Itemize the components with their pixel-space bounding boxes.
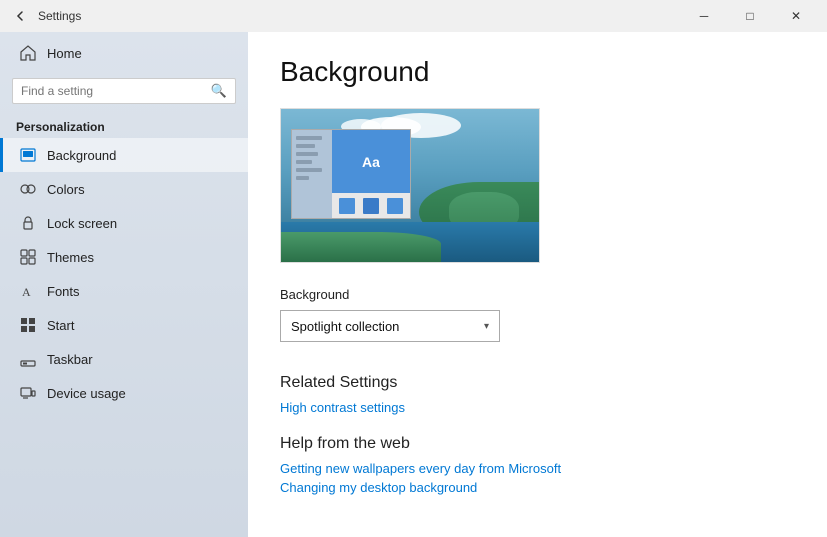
preview-thumbnail: Aa	[291, 129, 411, 219]
sidebar: Home 🔍 Personalization Background	[0, 32, 248, 537]
sidebar-item-device-usage-label: Device usage	[47, 386, 126, 401]
search-box[interactable]: 🔍	[12, 78, 236, 104]
themes-icon	[19, 248, 37, 266]
preview-color-swatch-2	[363, 198, 379, 214]
maximize-button[interactable]: □	[727, 0, 773, 32]
minimize-button[interactable]: ─	[681, 0, 727, 32]
window-controls: ─ □ ✕	[681, 0, 819, 32]
main-content: Background	[248, 32, 827, 537]
taskbar-icon	[19, 350, 37, 368]
preview-color-swatch-3	[387, 198, 403, 214]
sidebar-item-start-label: Start	[47, 318, 74, 333]
sidebar-item-start[interactable]: Start	[0, 308, 248, 342]
search-input[interactable]	[21, 84, 205, 98]
sidebar-section-label: Personalization	[0, 112, 248, 138]
sidebar-item-home-label: Home	[47, 46, 82, 61]
colors-icon	[19, 180, 37, 198]
sidebar-item-background[interactable]: Background	[0, 138, 248, 172]
sidebar-item-themes-label: Themes	[47, 250, 94, 265]
sidebar-item-lock-screen[interactable]: Lock screen	[0, 206, 248, 240]
dropdown-value: Spotlight collection	[291, 319, 399, 334]
back-button[interactable]	[8, 4, 32, 28]
related-settings-title: Related Settings	[280, 374, 795, 392]
home-icon	[19, 44, 37, 62]
dropdown-arrow-icon: ▾	[484, 321, 489, 332]
sidebar-item-background-label: Background	[47, 148, 116, 163]
sidebar-item-colors[interactable]: Colors	[0, 172, 248, 206]
preview-color-swatch-1	[339, 198, 355, 214]
desktop-bg-link[interactable]: Changing my desktop background	[280, 480, 795, 495]
app-title: Settings	[38, 9, 681, 23]
background-icon	[19, 146, 37, 164]
start-icon	[19, 316, 37, 334]
sidebar-item-taskbar[interactable]: Taskbar	[0, 342, 248, 376]
fonts-icon: A	[19, 282, 37, 300]
background-setting-label: Background	[280, 287, 795, 302]
sidebar-item-fonts-label: Fonts	[47, 284, 80, 299]
device-icon	[19, 384, 37, 402]
sidebar-item-colors-label: Colors	[47, 182, 85, 197]
sidebar-item-themes[interactable]: Themes	[0, 240, 248, 274]
title-bar: Settings ─ □ ✕	[0, 0, 827, 32]
preview-aa-text: Aa	[362, 154, 380, 170]
svg-text:A: A	[22, 285, 31, 299]
lock-icon	[19, 214, 37, 232]
app-body: Home 🔍 Personalization Background	[0, 32, 827, 537]
close-button[interactable]: ✕	[773, 0, 819, 32]
sidebar-item-home[interactable]: Home	[0, 36, 248, 70]
high-contrast-link[interactable]: High contrast settings	[280, 400, 795, 415]
help-title: Help from the web	[280, 435, 795, 453]
sidebar-item-device-usage[interactable]: Device usage	[0, 376, 248, 410]
background-preview: Aa	[280, 108, 540, 263]
sidebar-item-fonts[interactable]: A Fonts	[0, 274, 248, 308]
search-icon: 🔍	[211, 83, 227, 99]
sidebar-item-lock-screen-label: Lock screen	[47, 216, 117, 231]
wallpapers-link[interactable]: Getting new wallpapers every day from Mi…	[280, 461, 795, 476]
sidebar-item-taskbar-label: Taskbar	[47, 352, 93, 367]
page-title: Background	[280, 56, 795, 88]
background-dropdown[interactable]: Spotlight collection ▾	[280, 310, 500, 342]
